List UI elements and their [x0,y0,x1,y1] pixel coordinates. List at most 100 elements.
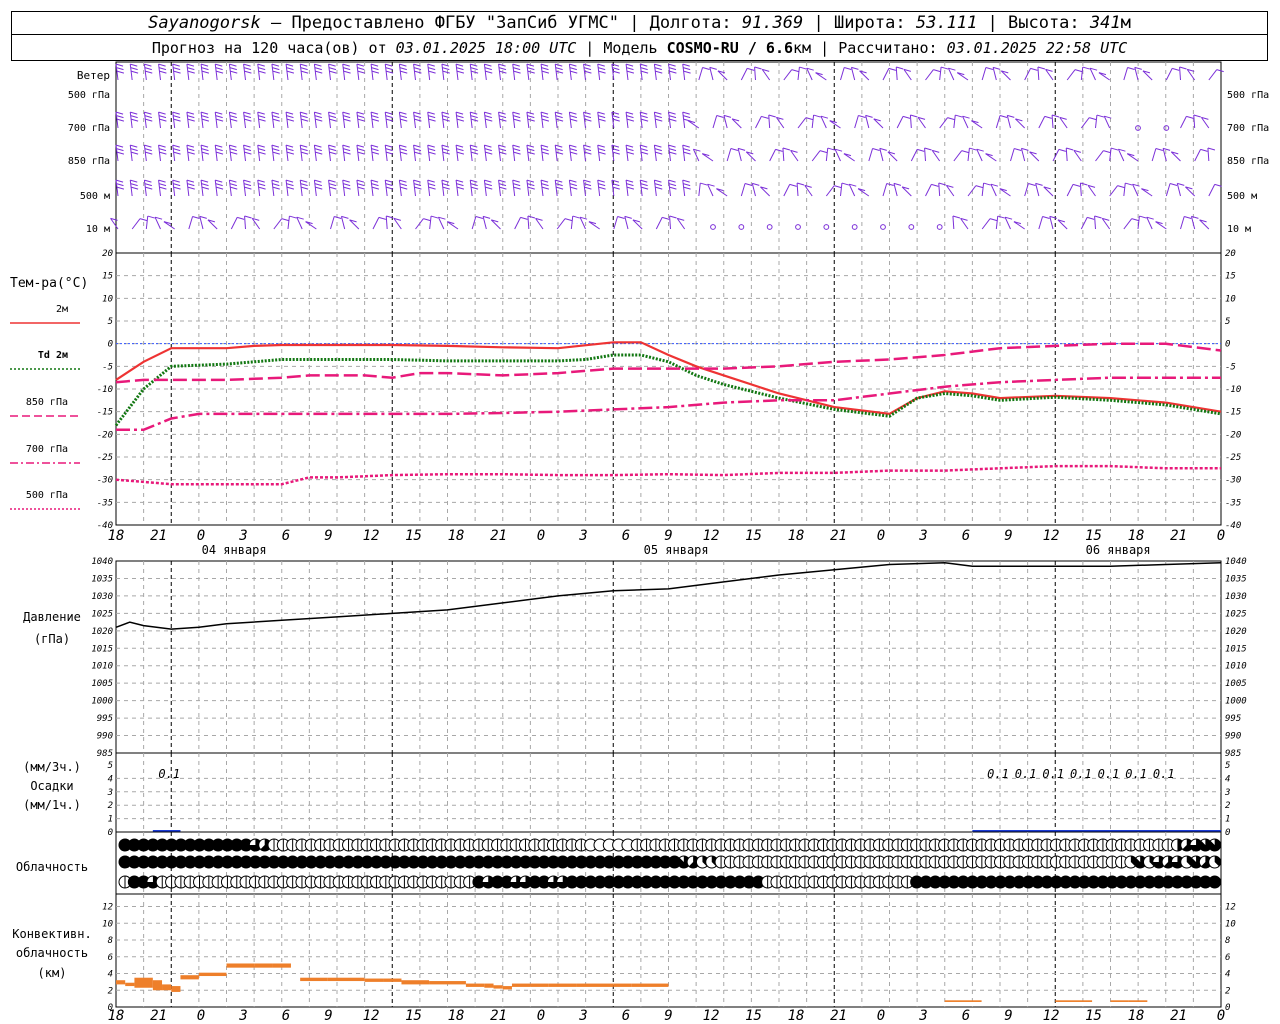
wind-barb-staff [498,145,501,162]
wind-barb-feather [130,151,139,155]
wind-barb-staff [726,148,732,162]
wind-barb-staff [512,180,516,197]
wind-barb-feather [456,70,465,74]
wind-barb-feather [512,111,520,115]
conv-title-3: (км) [38,966,67,980]
wind-barb-staff [328,145,331,162]
wind-barb-feather [159,118,167,122]
precip-amount-label: 0.1 [1015,767,1037,781]
wind-barb-feather [300,148,308,152]
wind-barb-feather [597,111,605,115]
wind-barb-feather [385,111,393,115]
wind-barb-staff [526,112,530,129]
wind-barb-feather [116,67,124,71]
wind-barb-feather [428,148,436,152]
wind-barb-staff [328,180,331,197]
wind-barb-feather [343,118,351,122]
wind-barb-staff [1123,183,1126,197]
wind-barb-feather [159,151,167,155]
wind-barb-staff [512,64,516,81]
wind-barb-staff [895,66,898,81]
wind-barb-feather [271,179,280,183]
wind-barb-feather [655,70,663,74]
wind-barb-feather [201,186,210,190]
wind-barb-feather [229,111,237,115]
wind-barb-feather [328,63,336,67]
wind-barb-staff [1194,149,1201,162]
wind-barb-feather [683,67,691,71]
wind-barb-staff [441,180,445,197]
wind-barb-feather [215,111,223,115]
wind-barb-feather [258,186,266,190]
convective-cloud-bar [530,983,549,987]
time-tick-label: 21 [830,528,847,544]
wind-barb-feather [540,144,549,148]
wind-barb-staff [554,64,558,81]
wind-barb-staff [143,64,147,81]
wind-barb-feather [484,115,492,119]
legend-label: 700 гПа [26,444,68,455]
wind-barb-feather [243,144,251,148]
wind-barb-feather [470,67,478,71]
wind-barb-feather [215,179,223,183]
wind-barb-feather [682,63,690,67]
convective-cloud-bar [226,963,255,968]
wind-barb-feather [356,144,365,148]
wind-barb-feather [989,218,998,222]
wind-barb-feather [356,111,365,115]
wind-barb-feather [583,63,591,67]
wind-barb-feather [917,148,925,152]
wind-barb-feather [173,183,181,187]
wind-barb-staff [313,112,317,129]
wind-barb-feather [399,183,407,187]
time-tick-label: 21 [830,1008,847,1024]
wind-barb-feather [555,144,563,148]
conv-tick-left: 12 [102,903,113,913]
wind-barb-feather [872,148,880,152]
time-tick-label: 3 [238,1008,247,1024]
wind-barb-feather [1058,148,1067,152]
wind-barb-feather [570,186,578,190]
wind-barb-feather [682,179,690,183]
wind-barb-feather [286,70,295,74]
wind-barb-feather [300,179,308,183]
wind-barb-feather [413,179,421,183]
wind-barb-feather [1042,216,1050,220]
time-tick-label: 12 [363,528,380,544]
precip-amount-label: 0.1 [1153,767,1175,781]
temperature-tick-left: 5 [108,317,113,327]
pressure-tick-left: 1040 [91,557,113,567]
wind-barb-feather [668,67,677,71]
pressure-tick-left: 990 [97,732,113,742]
time-tick-label: 18 [448,528,465,544]
wind-barb-staff [854,115,859,129]
wind-barb-feather [145,186,153,190]
wind-barb-feather [682,144,690,148]
wind-barb-staff [1179,66,1181,81]
wind-barb-staff [825,148,829,162]
wind-barb-feather [683,115,691,119]
wind-barb-staff [1165,183,1171,197]
temperature-tick-left: -10 [97,385,113,395]
wind-barb-feather [485,118,493,122]
pressure-tick-left: 1030 [91,592,113,602]
wind-barb-feather [442,115,450,119]
wind-barb-feather [343,67,351,71]
wind-barb-feather [640,118,649,122]
wind-barb-feather [512,179,520,183]
wind-barb-staff [682,145,686,162]
wind-barb-feather [682,111,690,115]
wind-barb-staff [413,180,416,197]
convective-cloud-bar [198,972,227,977]
wind-title: Ветер [77,69,110,82]
pressure-tick-left: 1000 [91,697,113,707]
temperature-tick-left: -20 [97,430,113,440]
wind-barb-feather [754,66,762,70]
wind-barb-feather [442,183,450,187]
wind-barb-feather [286,67,294,71]
wind-barb-feather [442,118,450,122]
wind-barb-staff [783,69,793,81]
wind-barb-feather [569,148,577,152]
convective-cloud-bar [162,984,172,991]
wind-barb-feather [201,151,210,155]
